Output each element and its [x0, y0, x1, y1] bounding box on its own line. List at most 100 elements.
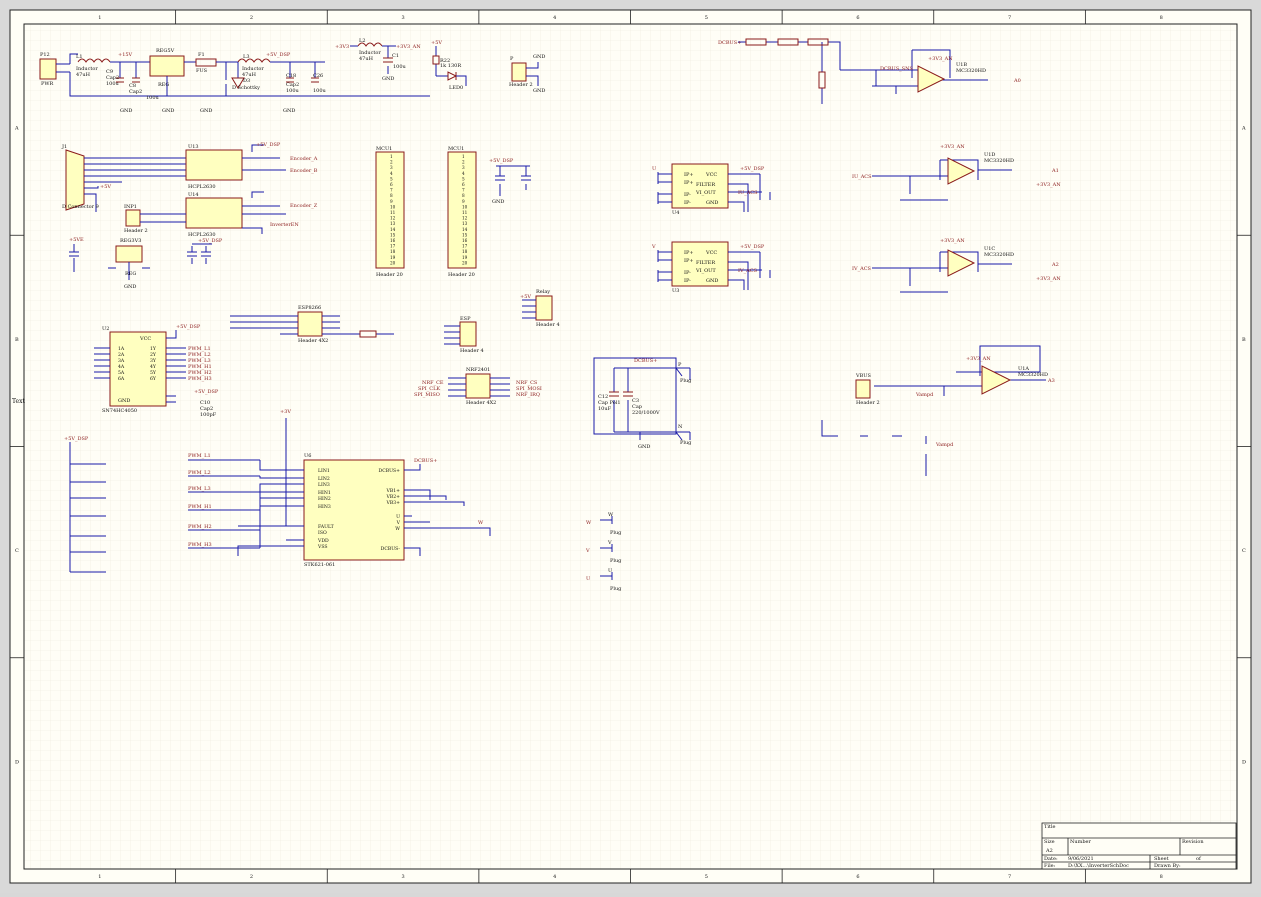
net-a0: A0: [1013, 78, 1021, 84]
tb-file-value: D:\XX...\InverterSchDoc: [1068, 863, 1129, 869]
net-inverter-en: InverterEN: [270, 222, 299, 228]
schematic-canvas: 1122334455667788A AB BC CD D Text P12 PWR L1…: [0, 0, 1261, 893]
u1d-value: MC3320HD: [984, 158, 1014, 164]
reg3v3-regulator: [115, 245, 143, 263]
u6-right-pin: W: [395, 526, 400, 532]
mcu-pin-number: 13: [462, 221, 468, 226]
u3-ref: U3: [672, 288, 679, 294]
col-label-bottom: 2: [250, 874, 253, 880]
tb-drawn-label: Drawn By:: [1154, 863, 1181, 869]
net-vampd-b: Vampd: [935, 442, 954, 448]
u2-gnd: GND: [118, 398, 130, 404]
c1-ref: C1: [392, 53, 399, 59]
u6-left-pin: HIN1: [318, 490, 331, 496]
gnd-p-1: GND: [533, 54, 545, 60]
u4-pin-viout: VI_OUT: [695, 190, 716, 196]
gnd-label-l2: GND: [382, 76, 394, 82]
mcu-pin-number: 4: [462, 171, 465, 176]
mcu2-ref: MCU1: [448, 146, 464, 152]
mcu-pin-number: 19: [462, 255, 468, 260]
plug-n-label: N: [678, 424, 683, 430]
relay-value: Header 4: [536, 322, 560, 328]
u6-right-pin: VB2+: [386, 494, 401, 500]
plug-n-name: Plug: [680, 440, 692, 446]
u6-ref: U6: [304, 453, 311, 459]
esp8266-value: Header 4X2: [298, 338, 328, 344]
net-5v-dsp-u4: +5V_DSP: [740, 166, 765, 172]
gnd-label-3: GND: [200, 108, 212, 114]
row-label-right: C: [1242, 548, 1246, 554]
u4-ref: U4: [672, 210, 679, 216]
net-3v3-a: +3V3: [335, 44, 349, 50]
mcu-pin-number: 16: [462, 238, 468, 243]
gnd-label-4: GND: [283, 108, 295, 114]
u2-input-pin: 1A: [118, 346, 125, 352]
esp8266-header: [297, 311, 323, 337]
d3-ref: D3: [243, 78, 250, 84]
mcu-pin-number: 13: [390, 221, 396, 226]
l1-value2: 47uH: [76, 72, 91, 78]
c8-value2: 100u: [146, 95, 160, 101]
u2-vcc: VCC: [139, 336, 151, 342]
mcu-pin-number: 8: [390, 193, 393, 198]
net-pwm-l3-u6: PWM_L3: [188, 486, 211, 492]
net-5v-led: +5V: [431, 40, 442, 46]
net-a3: A3: [1047, 378, 1055, 384]
c3-value2: 220/1000V: [632, 410, 660, 416]
plug-p-name: Plug: [680, 378, 692, 384]
net-iv-acs-out: IV_ACS: [738, 268, 758, 274]
net-3v3-an-c1: +3V3_AN: [1036, 182, 1061, 188]
mcu-pin-number: 19: [390, 255, 396, 260]
mcu-pin-number: 3: [390, 165, 393, 170]
u2-input-pin: 3A: [118, 358, 125, 364]
relay-header: [535, 295, 553, 321]
u4-pin-ip2: IP+: [684, 180, 694, 186]
net-pwm-h1-u6: PWM_H1: [188, 504, 212, 510]
p-header: [511, 62, 527, 82]
net-vampd-a: Vampd: [915, 392, 934, 398]
mcu-pin-number: 16: [390, 238, 396, 243]
net-pwm-l2-u6: PWM_L2: [188, 470, 211, 476]
net-u-plug: U: [586, 576, 590, 582]
reg5v-regulator: [149, 55, 185, 77]
u3-pin-ip2: IP+: [684, 258, 694, 264]
esp8266-ref: ESP8266: [298, 305, 321, 311]
c18-value2: 100u: [286, 88, 300, 94]
mcu-pin-number: 14: [390, 227, 396, 232]
net-pwm-h3-u6: PWM_H3: [188, 542, 212, 548]
tb-sheet-label: Sheet: [1154, 856, 1169, 862]
col-label-bottom: 3: [401, 874, 404, 880]
r22-value: 1k 130R: [440, 63, 461, 69]
net-5v-relay: +5V: [520, 294, 531, 300]
u3-pin-viout: VI_OUT: [695, 268, 716, 274]
u6-left-pin: HIN3: [318, 504, 331, 510]
u6-right-pin: VB1+: [386, 488, 401, 494]
plug-u-name: Plug: [610, 586, 622, 592]
net-3v3-an-a: +3V3_AN: [396, 44, 421, 50]
vbus-header: [855, 379, 871, 399]
u6-right-pin: V: [396, 520, 401, 526]
u6-left-pin: ISO: [318, 530, 327, 536]
mcu-pin-number: 5: [462, 176, 465, 181]
l1-ref: L1: [76, 54, 83, 60]
esp-ref: ESP: [460, 316, 471, 322]
nrf2401-ref: NRF2401: [466, 367, 490, 373]
mcu-pin-number: 9: [390, 199, 393, 204]
net-nrf-irq: NRF_IRQ: [516, 392, 540, 398]
net-a1: A1: [1051, 168, 1059, 174]
net-encoder-a: Encoder_A: [290, 156, 318, 162]
col-label-top: 5: [705, 15, 708, 21]
u6-left-pin: FAULT: [318, 524, 335, 530]
net-dcbus-caps: DCBUS+: [634, 358, 657, 364]
mcu-pin-number: 8: [462, 193, 465, 198]
nrf2401-value: Header 4X2: [466, 400, 496, 406]
c8-value: Cap2: [129, 89, 142, 95]
col-label-bottom: 7: [1008, 874, 1011, 880]
net-v-sense: V: [651, 244, 656, 250]
j1-ref: J1: [61, 144, 67, 150]
u6-left-pin: LIN2: [318, 476, 330, 482]
u6-left-pin: LIN1: [318, 468, 330, 474]
u6-left-pin: LIN3: [318, 482, 330, 488]
esp-header: [459, 321, 477, 347]
net-5v-dsp-ladder: +5V_DSP: [64, 436, 89, 442]
